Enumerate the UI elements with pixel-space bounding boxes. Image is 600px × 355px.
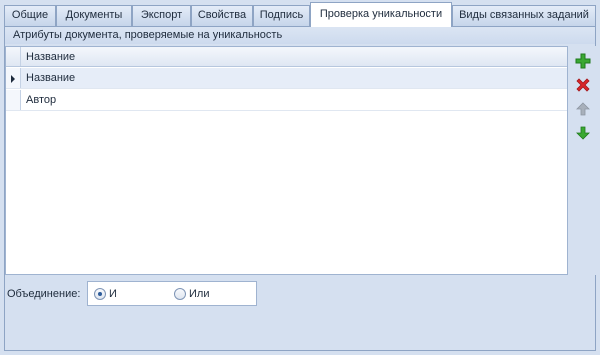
column-header-name[interactable]: Название	[26, 47, 75, 67]
tab-export[interactable]: Экспорт	[132, 5, 191, 26]
radio-or-label: Или	[189, 288, 210, 300]
delete-icon	[575, 77, 590, 92]
add-button[interactable]	[572, 50, 593, 71]
current-row-arrow-icon	[11, 75, 15, 83]
tab-signature[interactable]: Подпись	[253, 5, 310, 26]
row-indicator	[6, 90, 21, 110]
tab-uniqueness-check[interactable]: Проверка уникальности	[310, 2, 452, 27]
move-up-button[interactable]	[572, 98, 593, 119]
add-icon	[575, 53, 590, 68]
tab-properties[interactable]: Свойства	[191, 5, 253, 26]
tab-general[interactable]: Общие	[4, 5, 56, 26]
table-row[interactable]: Автор	[6, 90, 567, 111]
delete-button[interactable]	[572, 74, 593, 95]
radio-and[interactable]: И	[94, 287, 117, 301]
cell-name[interactable]: Название	[26, 68, 75, 88]
arrow-up-icon	[575, 101, 590, 115]
attributes-grid[interactable]: Название Название Автор	[5, 46, 568, 275]
grid-header: Название	[6, 47, 567, 67]
radio-or-indicator[interactable]	[174, 288, 186, 300]
tab-panel: Атрибуты документа, проверяемые на уника…	[4, 26, 596, 351]
row-indicator	[6, 68, 21, 88]
table-row[interactable]: Название	[6, 68, 567, 89]
tab-strip: Общие Документы Экспорт Свойства Подпись…	[4, 2, 596, 27]
move-down-button[interactable]	[572, 122, 593, 143]
tab-linked-task-types[interactable]: Виды связанных заданий	[452, 5, 596, 26]
row-indicator-header	[6, 47, 21, 66]
group-caption: Атрибуты документа, проверяемые на уника…	[5, 27, 595, 44]
arrow-down-icon	[575, 126, 590, 140]
union-radio-group: И Или	[87, 281, 257, 306]
radio-and-indicator[interactable]	[94, 288, 106, 300]
grid-toolbar	[569, 46, 596, 275]
tab-documents[interactable]: Документы	[56, 5, 132, 26]
radio-and-label: И	[109, 288, 117, 300]
cell-name[interactable]: Автор	[26, 90, 56, 110]
union-label: Объединение:	[7, 288, 81, 300]
radio-or[interactable]: Или	[174, 287, 209, 301]
